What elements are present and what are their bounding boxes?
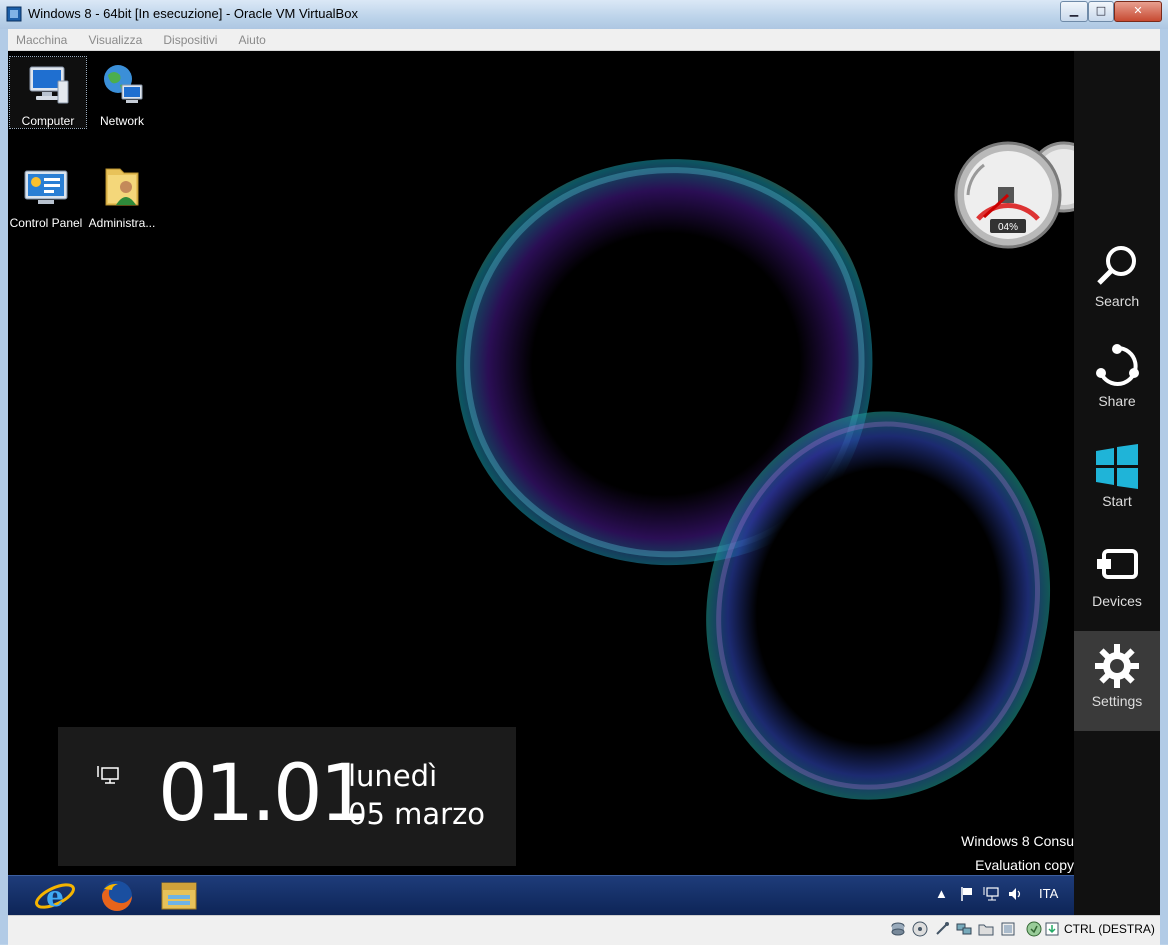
window-frame-left xyxy=(0,29,8,944)
hard-disk-icon[interactable] xyxy=(890,921,906,937)
internet-explorer-icon[interactable]: e xyxy=(30,879,80,913)
statusbar: CTRL (DESTRA) xyxy=(8,915,1160,945)
action-center-flag-icon[interactable] xyxy=(959,886,975,902)
display-icon[interactable] xyxy=(1000,921,1016,937)
share-icon xyxy=(1096,344,1139,386)
desktop-icon-label: Computer xyxy=(21,114,75,128)
desktop-icon-computer[interactable]: Computer xyxy=(9,56,87,129)
clock-day: lunedì xyxy=(348,759,438,793)
charm-search-label: Search xyxy=(1094,293,1140,309)
search-icon xyxy=(1097,246,1136,285)
taskbar: e ▲ ITA xyxy=(8,875,1074,915)
file-explorer-icon[interactable] xyxy=(154,879,204,913)
desktop-icon-network[interactable]: Network xyxy=(84,57,160,128)
charm-share-label: Share xyxy=(1098,393,1136,409)
mouse-integration-icon[interactable] xyxy=(1026,921,1042,937)
desktop-icon-administrator[interactable]: Administra... xyxy=(84,159,160,230)
clock-time: 01.01 xyxy=(158,749,369,839)
user-folder-icon xyxy=(105,168,139,206)
devices-icon xyxy=(1097,549,1138,579)
charm-settings[interactable]: Settings xyxy=(1074,631,1160,731)
cpu-percent-label: 04% xyxy=(998,222,1018,233)
charm-share[interactable]: Share xyxy=(1074,343,1160,443)
charm-devices-label: Devices xyxy=(1092,593,1142,609)
desktop-icon-label: Control Panel xyxy=(9,216,83,230)
menu-dispositivi[interactable]: Dispositivi xyxy=(155,30,225,47)
windows-logo-icon xyxy=(1096,444,1138,489)
window-titlebar[interactable]: Windows 8 - 64bit [In esecuzione] - Orac… xyxy=(0,0,1168,29)
desktop-icon-control-panel[interactable]: Control Panel xyxy=(8,159,84,230)
charms-bar: Search Share Start Devices Settings xyxy=(1074,51,1160,915)
svg-text:e: e xyxy=(46,880,64,913)
host-key-label: CTRL (DESTRA) xyxy=(1064,922,1155,936)
charms-clock-panel: 01.01 lunedì 05 marzo xyxy=(58,727,516,866)
control-panel-icon xyxy=(24,170,68,204)
charm-start-label: Start xyxy=(1102,493,1132,509)
close-button[interactable]: ✕ xyxy=(1114,1,1162,22)
gear-icon xyxy=(1095,644,1139,688)
volume-icon[interactable] xyxy=(1007,886,1023,902)
network-wired-icon xyxy=(97,766,119,784)
desktop-icon-label: Network xyxy=(99,114,144,128)
shared-folders-icon[interactable] xyxy=(978,921,994,937)
cpu-meter-gadget[interactable]: 04% xyxy=(954,141,1074,251)
network-adapter-icon[interactable] xyxy=(956,921,972,937)
menu-visualizza[interactable]: Visualizza xyxy=(80,30,150,47)
window-frame-right xyxy=(1160,29,1168,944)
menu-aiuto[interactable]: Aiuto xyxy=(230,30,273,47)
clock-date: 05 marzo xyxy=(348,797,486,831)
evaluation-watermark-line2: Evaluation copy xyxy=(975,857,1074,873)
optical-drive-icon[interactable] xyxy=(912,921,928,937)
maximize-button[interactable]: □ xyxy=(1088,1,1114,22)
usb-icon[interactable] xyxy=(934,921,950,937)
charm-devices[interactable]: Devices xyxy=(1074,543,1160,643)
minimize-button[interactable]: ▁ xyxy=(1060,1,1088,22)
charm-search[interactable]: Search xyxy=(1074,243,1160,343)
charm-start[interactable]: Start xyxy=(1074,443,1160,543)
menu-macchina[interactable]: Macchina xyxy=(8,30,75,47)
network-icon xyxy=(104,65,143,103)
evaluation-watermark-line1: Windows 8 Consu xyxy=(961,833,1074,849)
computer-icon xyxy=(29,66,69,104)
charm-settings-label: Settings xyxy=(1091,693,1143,709)
input-language-indicator[interactable]: ITA xyxy=(1039,886,1058,901)
desktop-icon-label: Administra... xyxy=(88,216,156,230)
window-title: Windows 8 - 64bit [In esecuzione] - Orac… xyxy=(28,6,358,21)
show-hidden-icons-icon[interactable]: ▲ xyxy=(935,886,948,901)
keyboard-capture-icon[interactable] xyxy=(1044,921,1060,937)
virtualbox-app-icon xyxy=(6,6,22,22)
firefox-icon[interactable] xyxy=(92,879,142,913)
menubar: Macchina Visualizza Dispositivi Aiuto xyxy=(8,29,1160,51)
guest-screen[interactable]: Computer Network Control Panel Administr… xyxy=(8,51,1160,915)
network-tray-icon[interactable] xyxy=(983,886,999,902)
